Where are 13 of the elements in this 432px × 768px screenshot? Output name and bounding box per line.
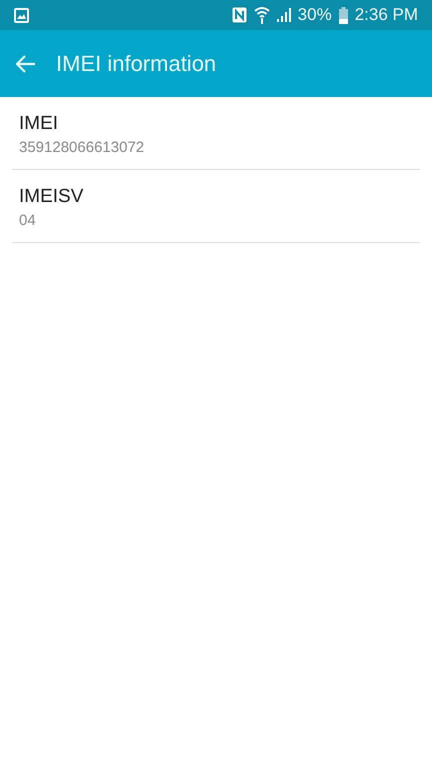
item-title: IMEI: [19, 113, 60, 135]
picture-notification-icon: [14, 8, 29, 22]
nfc-icon: [232, 7, 247, 23]
screen-title: IMEI information: [56, 50, 216, 76]
item-title: IMEISV: [19, 186, 84, 208]
item-value: 04: [19, 212, 37, 229]
item-value: 359128066613072: [19, 139, 146, 156]
clock-time: 2:36 PM: [354, 5, 418, 25]
battery-percentage: 30%: [298, 5, 332, 25]
wifi-icon: [254, 6, 270, 24]
battery-icon: [338, 6, 348, 24]
back-arrow-icon[interactable]: [16, 54, 36, 72]
signal-icon: [276, 8, 291, 22]
